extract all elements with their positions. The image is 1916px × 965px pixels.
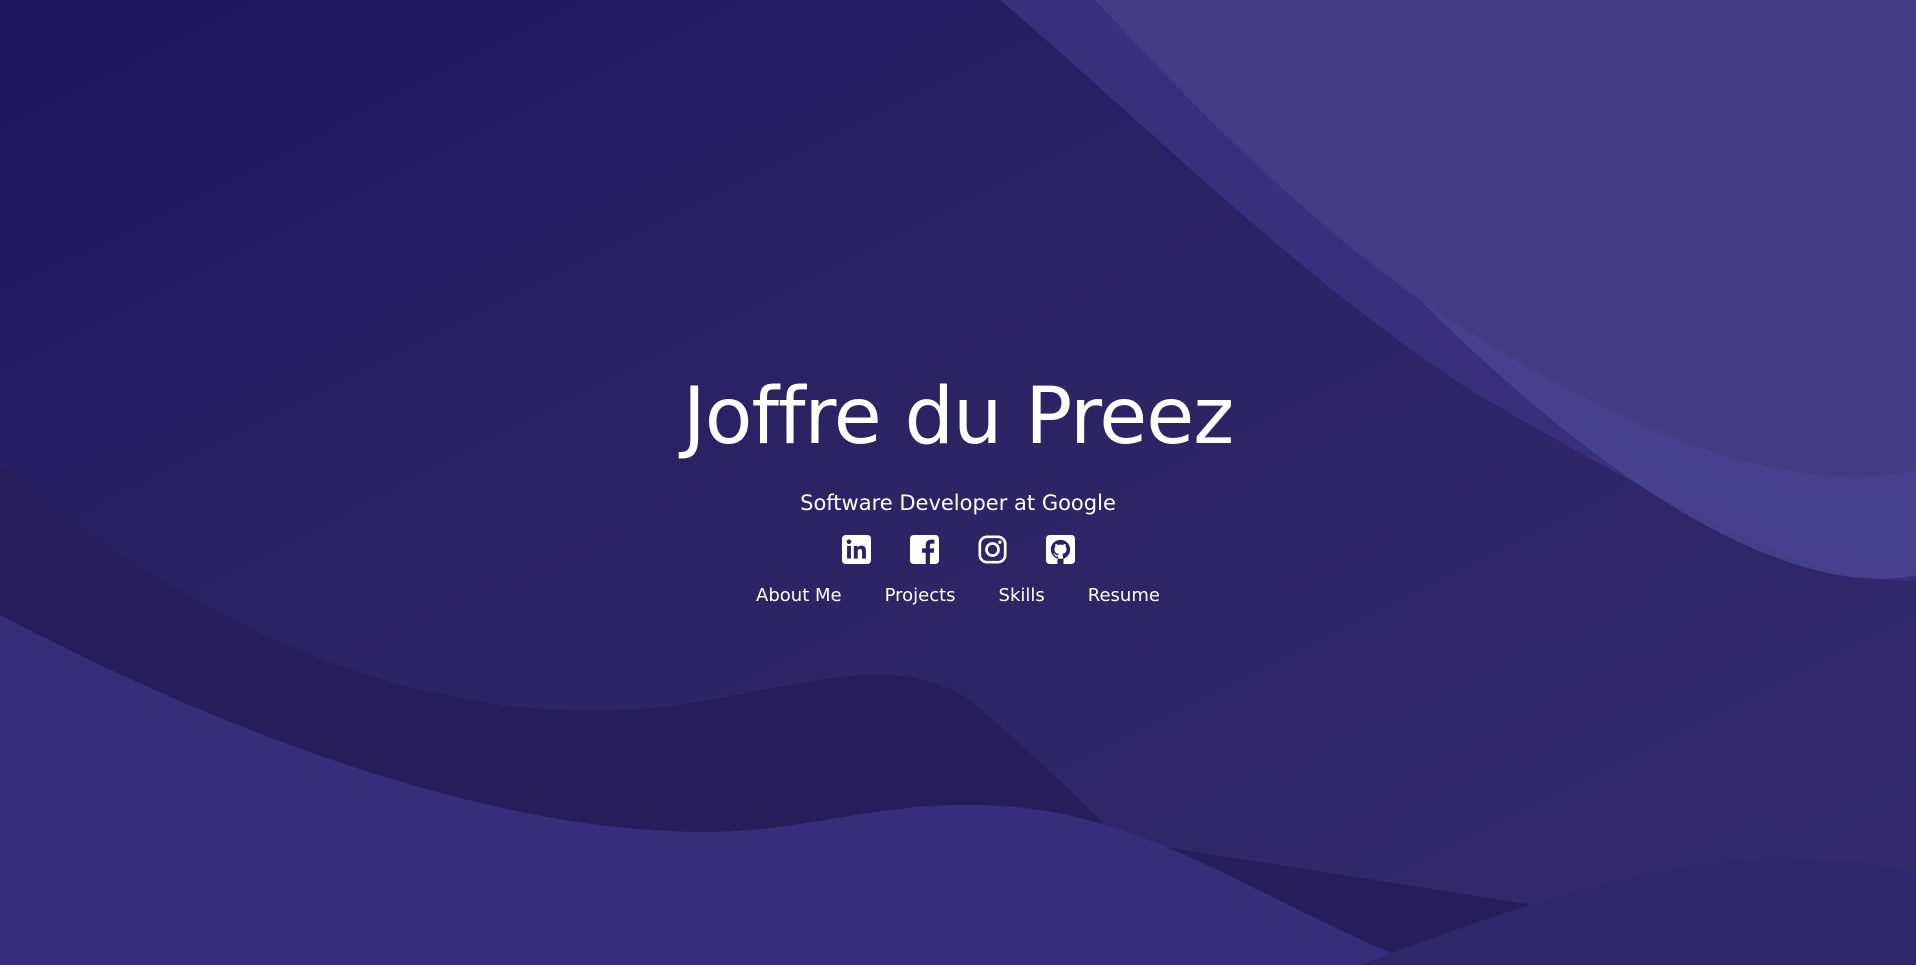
instagram-icon[interactable] <box>977 535 1007 564</box>
github-icon[interactable] <box>1045 535 1075 564</box>
linkedin-icon[interactable] <box>841 535 871 564</box>
subtitle: Software Developer at Google <box>800 491 1116 515</box>
social-links <box>0 535 1916 564</box>
page-title: Joffre du Preez <box>682 372 1234 462</box>
facebook-icon[interactable] <box>909 535 939 564</box>
nav-projects[interactable]: Projects <box>885 583 956 609</box>
nav-about-me[interactable]: About Me <box>756 583 842 609</box>
nav-resume[interactable]: Resume <box>1088 583 1160 609</box>
nav-skills[interactable]: Skills <box>999 583 1045 609</box>
main-nav: About Me Projects Skills Resume <box>0 583 1916 609</box>
hero-section: Joffre du Preez Software Developer at Go… <box>0 0 1916 965</box>
